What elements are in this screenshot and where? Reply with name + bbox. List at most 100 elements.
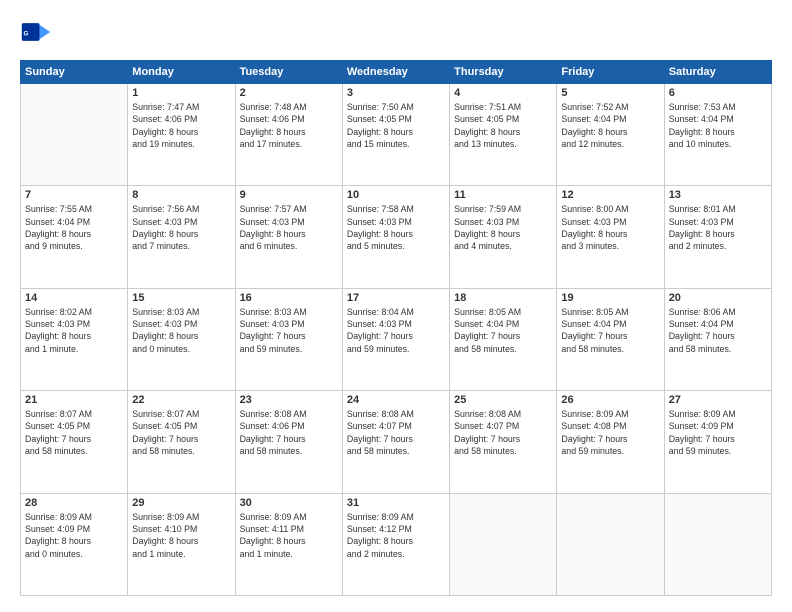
calendar-cell: 12 Sunrise: 8:00 AM Sunset: 4:03 PM Dayli… — [557, 186, 664, 288]
day-info: Sunrise: 8:03 AM Sunset: 4:03 PM Dayligh… — [132, 306, 230, 355]
day-number: 14 — [25, 292, 123, 304]
day-info: Sunrise: 8:05 AM Sunset: 4:04 PM Dayligh… — [561, 306, 659, 355]
day-info: Sunrise: 8:01 AM Sunset: 4:03 PM Dayligh… — [669, 203, 767, 252]
day-info: Sunrise: 7:59 AM Sunset: 4:03 PM Dayligh… — [454, 203, 552, 252]
day-number: 13 — [669, 189, 767, 201]
day-number: 24 — [347, 394, 445, 406]
day-number: 1 — [132, 87, 230, 99]
column-header-sunday: Sunday — [21, 61, 128, 84]
day-info: Sunrise: 8:07 AM Sunset: 4:05 PM Dayligh… — [132, 408, 230, 457]
logo: G — [20, 16, 56, 48]
calendar-cell: 11Sunrise: 7:59 AM Sunset: 4:03 PM Dayli… — [450, 186, 557, 288]
day-info: Sunrise: 8:09 AM Sunset: 4:09 PM Dayligh… — [669, 408, 767, 457]
calendar-cell: 21 Sunrise: 8:07 AM Sunset: 4:05 PM Dayli… — [21, 391, 128, 493]
calendar-cell: 30 Sunrise: 8:09 AM Sunset: 4:11 PM Dayli… — [235, 493, 342, 595]
day-number: 2 — [240, 87, 338, 99]
day-number: 23 — [240, 394, 338, 406]
calendar-cell: 3 Sunrise: 7:50 AM Sunset: 4:05 PM Daylig… — [342, 84, 449, 186]
column-header-wednesday: Wednesday — [342, 61, 449, 84]
day-info: Sunrise: 8:06 AM Sunset: 4:04 PM Dayligh… — [669, 306, 767, 355]
day-number: 17 — [347, 292, 445, 304]
day-info: Sunrise: 8:09 AM Sunset: 4:08 PM Dayligh… — [561, 408, 659, 457]
day-number: 3 — [347, 87, 445, 99]
day-number: 20 — [669, 292, 767, 304]
day-info: Sunrise: 8:04 AM Sunset: 4:03 PM Dayligh… — [347, 306, 445, 355]
day-info: Sunrise: 7:58 AM Sunset: 4:03 PM Dayligh… — [347, 203, 445, 252]
day-info: Sunrise: 8:08 AM Sunset: 4:06 PM Dayligh… — [240, 408, 338, 457]
calendar-week-2: 7 Sunrise: 7:55 AM Sunset: 4:04 PM Daylig… — [21, 186, 772, 288]
calendar-cell — [450, 493, 557, 595]
day-info: Sunrise: 8:05 AM Sunset: 4:04 PM Dayligh… — [454, 306, 552, 355]
day-number: 30 — [240, 497, 338, 509]
day-number: 5 — [561, 87, 659, 99]
day-info: Sunrise: 8:09 AM Sunset: 4:09 PM Dayligh… — [25, 511, 123, 560]
day-number: 15 — [132, 292, 230, 304]
calendar-week-4: 21 Sunrise: 8:07 AM Sunset: 4:05 PM Dayli… — [21, 391, 772, 493]
day-info: Sunrise: 7:56 AM Sunset: 4:03 PM Dayligh… — [132, 203, 230, 252]
day-info: Sunrise: 7:52 AM Sunset: 4:04 PM Dayligh… — [561, 101, 659, 150]
calendar-cell: 7 Sunrise: 7:55 AM Sunset: 4:04 PM Daylig… — [21, 186, 128, 288]
day-info: Sunrise: 7:50 AM Sunset: 4:05 PM Dayligh… — [347, 101, 445, 150]
day-info: Sunrise: 8:02 AM Sunset: 4:03 PM Dayligh… — [25, 306, 123, 355]
day-number: 9 — [240, 189, 338, 201]
calendar-cell: 9 Sunrise: 7:57 AM Sunset: 4:03 PM Daylig… — [235, 186, 342, 288]
calendar-cell: 6Sunrise: 7:53 AM Sunset: 4:04 PM Daylig… — [664, 84, 771, 186]
calendar-cell: 29 Sunrise: 8:09 AM Sunset: 4:10 PM Dayli… — [128, 493, 235, 595]
calendar-week-3: 14 Sunrise: 8:02 AM Sunset: 4:03 PM Dayli… — [21, 288, 772, 390]
header: G — [20, 16, 772, 48]
calendar-cell: 19 Sunrise: 8:05 AM Sunset: 4:04 PM Dayli… — [557, 288, 664, 390]
calendar-table: SundayMondayTuesdayWednesdayThursdayFrid… — [20, 60, 772, 596]
day-info: Sunrise: 8:07 AM Sunset: 4:05 PM Dayligh… — [25, 408, 123, 457]
column-header-friday: Friday — [557, 61, 664, 84]
calendar-cell: 16 Sunrise: 8:03 AM Sunset: 4:03 PM Dayli… — [235, 288, 342, 390]
day-info: Sunrise: 8:08 AM Sunset: 4:07 PM Dayligh… — [347, 408, 445, 457]
day-info: Sunrise: 8:09 AM Sunset: 4:10 PM Dayligh… — [132, 511, 230, 560]
day-number: 16 — [240, 292, 338, 304]
day-number: 18 — [454, 292, 552, 304]
day-number: 10 — [347, 189, 445, 201]
calendar-cell: 26 Sunrise: 8:09 AM Sunset: 4:08 PM Dayli… — [557, 391, 664, 493]
day-number: 26 — [561, 394, 659, 406]
calendar-week-5: 28Sunrise: 8:09 AM Sunset: 4:09 PM Dayli… — [21, 493, 772, 595]
day-number: 29 — [132, 497, 230, 509]
calendar-cell: 22Sunrise: 8:07 AM Sunset: 4:05 PM Dayli… — [128, 391, 235, 493]
calendar-cell: 17 Sunrise: 8:04 AM Sunset: 4:03 PM Dayli… — [342, 288, 449, 390]
logo-icon: G — [20, 16, 52, 48]
day-info: Sunrise: 8:09 AM Sunset: 4:12 PM Dayligh… — [347, 511, 445, 560]
column-header-saturday: Saturday — [664, 61, 771, 84]
calendar-cell: 15 Sunrise: 8:03 AM Sunset: 4:03 PM Dayli… — [128, 288, 235, 390]
day-info: Sunrise: 8:08 AM Sunset: 4:07 PM Dayligh… — [454, 408, 552, 457]
calendar-cell: 27 Sunrise: 8:09 AM Sunset: 4:09 PM Dayli… — [664, 391, 771, 493]
day-number: 8 — [132, 189, 230, 201]
day-info: Sunrise: 8:09 AM Sunset: 4:11 PM Dayligh… — [240, 511, 338, 560]
calendar-cell: 8 Sunrise: 7:56 AM Sunset: 4:03 PM Daylig… — [128, 186, 235, 288]
calendar-cell: 13 Sunrise: 8:01 AM Sunset: 4:03 PM Dayli… — [664, 186, 771, 288]
day-number: 21 — [25, 394, 123, 406]
calendar-cell: 5 Sunrise: 7:52 AM Sunset: 4:04 PM Daylig… — [557, 84, 664, 186]
calendar-cell: 25Sunrise: 8:08 AM Sunset: 4:07 PM Dayli… — [450, 391, 557, 493]
page: G SundayMondayTuesdayWednesdayThursdayFr… — [0, 0, 792, 612]
calendar-cell — [21, 84, 128, 186]
calendar-cell: 18 Sunrise: 8:05 AM Sunset: 4:04 PM Dayli… — [450, 288, 557, 390]
day-info: Sunrise: 7:55 AM Sunset: 4:04 PM Dayligh… — [25, 203, 123, 252]
day-info: Sunrise: 7:51 AM Sunset: 4:05 PM Dayligh… — [454, 101, 552, 150]
column-header-tuesday: Tuesday — [235, 61, 342, 84]
day-number: 19 — [561, 292, 659, 304]
svg-text:G: G — [24, 31, 29, 38]
calendar-cell: 23 Sunrise: 8:08 AM Sunset: 4:06 PM Dayli… — [235, 391, 342, 493]
calendar-cell: 31Sunrise: 8:09 AM Sunset: 4:12 PM Dayli… — [342, 493, 449, 595]
day-info: Sunrise: 7:57 AM Sunset: 4:03 PM Dayligh… — [240, 203, 338, 252]
day-number: 27 — [669, 394, 767, 406]
day-info: Sunrise: 8:00 AM Sunset: 4:03 PM Dayligh… — [561, 203, 659, 252]
day-number: 6 — [669, 87, 767, 99]
calendar-cell — [557, 493, 664, 595]
calendar-week-1: 1 Sunrise: 7:47 AM Sunset: 4:06 PM Daylig… — [21, 84, 772, 186]
column-header-monday: Monday — [128, 61, 235, 84]
day-number: 4 — [454, 87, 552, 99]
calendar-cell: 20 Sunrise: 8:06 AM Sunset: 4:04 PM Dayli… — [664, 288, 771, 390]
day-number: 12 — [561, 189, 659, 201]
day-info: Sunrise: 8:03 AM Sunset: 4:03 PM Dayligh… — [240, 306, 338, 355]
day-number: 7 — [25, 189, 123, 201]
day-info: Sunrise: 7:47 AM Sunset: 4:06 PM Dayligh… — [132, 101, 230, 150]
calendar-cell: 2Sunrise: 7:48 AM Sunset: 4:06 PM Daylig… — [235, 84, 342, 186]
